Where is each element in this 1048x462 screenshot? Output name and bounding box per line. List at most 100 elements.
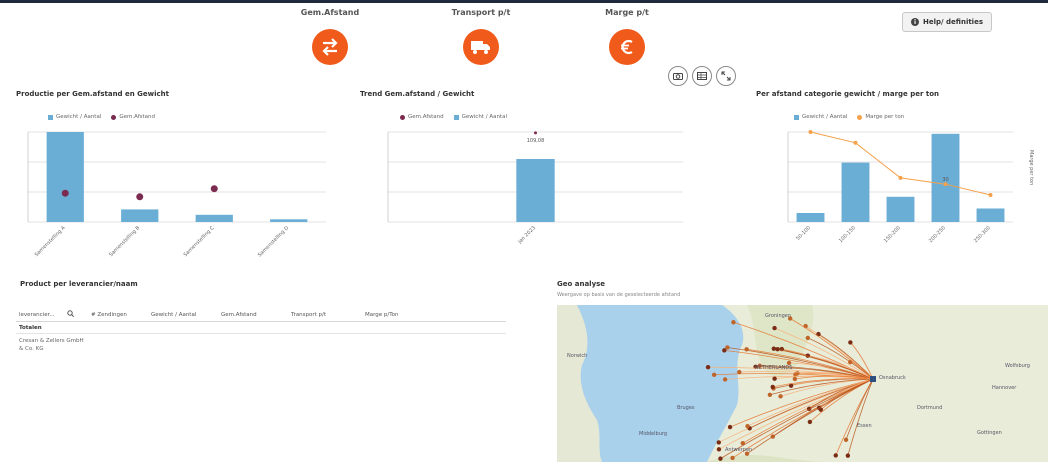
map-origin-point — [727, 424, 733, 430]
info-icon: i — [911, 18, 919, 26]
bar — [976, 208, 1005, 222]
totals-row: Totalen — [16, 322, 506, 334]
map-origin-point — [725, 345, 730, 350]
map-origin-point — [722, 377, 728, 382]
map-origin-point — [833, 453, 838, 458]
legend-item-weight: Gewicht / Aantal — [794, 114, 847, 120]
x-tick-label: Samenstelling A — [34, 225, 67, 258]
products-table-title: Product per leverancier/naam — [20, 280, 138, 288]
map-origin-point — [744, 347, 749, 352]
trend-legend: Gem.Afstand Gewicht / Aantal — [400, 114, 507, 120]
column-header-weight[interactable]: Gewicht / Aantal — [148, 312, 218, 318]
map-label: Osnabruck — [879, 375, 906, 381]
data-label: 109,08 — [527, 138, 545, 144]
map-origin-point — [705, 364, 711, 370]
table-icon[interactable] — [692, 66, 712, 86]
legend-swatch — [48, 114, 53, 120]
expand-icon[interactable] — [716, 66, 736, 86]
data-point — [61, 189, 69, 197]
legend-label: Gem.Afstand — [408, 114, 444, 120]
bar — [46, 132, 84, 222]
top-border — [0, 0, 1048, 3]
geo-map[interactable]: Norwich NETHERLANDS Middelburg Antwerpen… — [557, 305, 1048, 462]
legend-item-margin: Marge per ton — [857, 114, 904, 120]
data-label: 30 — [942, 177, 948, 183]
map-label: Groningen — [765, 313, 792, 319]
category-legend: Gewicht / Aantal Marge per ton — [794, 114, 904, 120]
legend-label: Gewicht / Aantal — [56, 114, 102, 120]
x-tick-label: jan 2023 — [516, 225, 536, 245]
map-canvas — [557, 305, 1048, 462]
column-header-margin[interactable]: Marge p/Ton — [362, 312, 422, 318]
legend-swatch — [400, 114, 405, 120]
x-tick-label: 50-100 — [795, 225, 812, 242]
production-chart: Samenstelling A Samenstelling B Samenstell… — [27, 131, 326, 258]
map-origin-point — [772, 376, 777, 381]
column-header-transport[interactable]: Transport p/t — [288, 312, 362, 318]
map-origin-point — [770, 384, 775, 390]
bar — [796, 213, 825, 222]
table-row[interactable]: Cresan & Zellers GmbH & Co. KG — [16, 334, 88, 356]
x-tick-label: 100-150 — [838, 225, 857, 244]
map-origin-point — [775, 347, 780, 352]
column-label: leverancier... — [19, 311, 55, 318]
production-chart-title: Productie per Gem.afstand en Gewicht — [16, 90, 170, 98]
map-origin-point — [848, 359, 853, 365]
bar — [886, 196, 915, 222]
map-label: Essen — [857, 423, 872, 429]
map-label: Wolfsburg — [1005, 363, 1030, 369]
map-origin-point — [716, 440, 721, 445]
trend-chart: 109,08 jan 2023 — [387, 131, 683, 246]
map-label: Dortmund — [917, 405, 943, 411]
legend-label: Marge per ton — [865, 114, 905, 120]
bar — [841, 162, 870, 222]
data-point — [808, 130, 813, 134]
category-chart-title: Per afstand categorie gewicht / marge pe… — [756, 90, 940, 98]
map-origin-point — [745, 423, 750, 429]
legend-label: Gewicht / Aantal — [461, 114, 507, 120]
column-header-supplier[interactable]: leverancier... — [16, 312, 64, 318]
arrows-swap-icon — [312, 29, 348, 65]
kpi-label: Marge p/t — [605, 8, 649, 17]
data-point — [988, 193, 993, 197]
map-origin-point — [807, 419, 813, 425]
help-button-label: Help/ definities — [923, 18, 983, 26]
map-origin-point — [805, 335, 810, 341]
kpi-gem-afstand[interactable]: Gem.Afstand — [270, 8, 390, 65]
map-origin-point — [771, 346, 777, 351]
column-header-shipments[interactable]: # Zendingen — [88, 312, 148, 318]
column-header-distance[interactable]: Gem.Afstand — [218, 312, 288, 318]
bar — [270, 219, 308, 222]
legend-item-weight: Gewicht / Aantal — [453, 114, 507, 120]
map-origin-point — [731, 320, 736, 325]
map-origin-point — [767, 392, 773, 397]
truck-icon — [463, 29, 499, 65]
production-legend: Gewicht / Aantal Gem.Afstand — [48, 114, 155, 120]
camera-icon[interactable] — [668, 66, 688, 86]
data-point — [853, 140, 858, 145]
kpi-transport[interactable]: Transport p/t — [421, 8, 541, 65]
bar — [195, 214, 233, 222]
search-icon[interactable] — [64, 310, 88, 319]
category-chart-side-axis-label: Marge per ton — [1028, 150, 1034, 186]
x-tick-label: Samenstelling C — [183, 225, 216, 258]
kpi-marge[interactable]: Marge p/t — [567, 8, 687, 65]
data-point — [136, 193, 144, 201]
map-label: Antwerpen — [725, 447, 753, 453]
legend-swatch — [857, 114, 863, 120]
map-label: Gottingen — [977, 430, 1002, 436]
products-table: leverancier... # Zendingen Gewicht / Aan… — [16, 308, 506, 356]
map-label: Bruges — [677, 405, 695, 411]
kpi-label: Transport p/t — [451, 8, 511, 17]
totals-label: Totalen — [19, 324, 42, 331]
series-line — [810, 131, 991, 196]
data-point — [210, 185, 218, 193]
table-header: leverancier... # Zendingen Gewicht / Aan… — [16, 308, 506, 322]
map-origin-point — [778, 394, 783, 399]
geo-title: Geo analyse — [557, 280, 606, 288]
map-origin-point — [737, 369, 742, 375]
geo-subtitle: Weergave op basis van de geselecteerde a… — [557, 292, 681, 298]
category-chart: 30 50-100 100-150 150-200 200-250 250-300 — [787, 130, 1013, 244]
map-origin-point — [848, 340, 853, 345]
help-definitions-button[interactable]: i Help/ definities — [902, 12, 992, 32]
